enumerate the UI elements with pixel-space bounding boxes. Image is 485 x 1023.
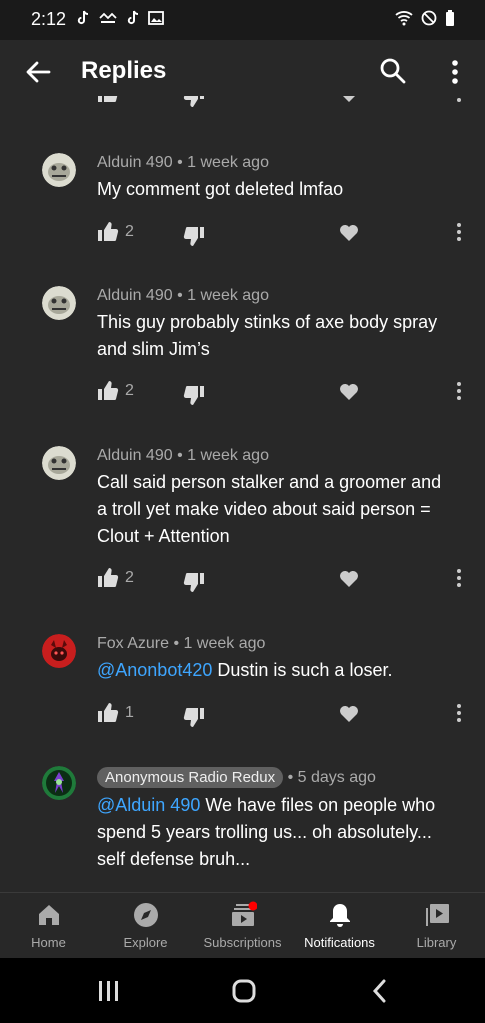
comment-text-line: and slim Jim’s bbox=[97, 339, 210, 359]
separator: • bbox=[177, 447, 183, 464]
like-icon[interactable] bbox=[97, 221, 119, 243]
nav-label: Subscriptions bbox=[203, 935, 282, 950]
comment-text: Dustin is such a loser. bbox=[217, 660, 393, 680]
comment-text-line: a troll yet make video about said person… bbox=[97, 499, 431, 519]
status-time: 2:12 bbox=[31, 9, 67, 29]
comment-item: Fox Azure • 1 week ago @Anonbot420 Dusti… bbox=[0, 631, 485, 741]
comment-text-line: We have files on people who bbox=[205, 795, 436, 815]
tiktok-icon bbox=[77, 10, 89, 25]
separator: • bbox=[177, 287, 183, 304]
heart-icon[interactable] bbox=[338, 380, 360, 402]
comment-author[interactable]: Alduin 490 bbox=[97, 154, 173, 171]
heart-icon[interactable] bbox=[338, 221, 360, 243]
like-count: 2 bbox=[125, 382, 134, 399]
mention-link[interactable]: @Alduin 490 bbox=[97, 795, 200, 815]
page-title: Replies bbox=[81, 57, 167, 84]
comment-item: Alduin 490 • 1 week ago Call said person… bbox=[0, 443, 485, 613]
like-count: 2 bbox=[125, 223, 134, 240]
nav-notifications[interactable]: Notifications bbox=[291, 901, 388, 950]
dislike-icon[interactable] bbox=[183, 225, 205, 247]
tiktok-icon bbox=[127, 10, 139, 25]
nav-library[interactable]: Library bbox=[388, 901, 485, 950]
comment-age: 1 week ago bbox=[187, 447, 269, 464]
nav-home[interactable]: Home bbox=[0, 901, 97, 950]
comment-text-line: This guy probably stinks of axe body spr… bbox=[97, 312, 438, 332]
dislike-icon[interactable] bbox=[183, 384, 205, 406]
battery-icon bbox=[446, 10, 454, 26]
avatar[interactable] bbox=[42, 153, 76, 187]
app-bar: Replies bbox=[0, 40, 485, 104]
comment-author[interactable]: Alduin 490 bbox=[97, 447, 173, 464]
like-count: 2 bbox=[125, 569, 134, 586]
avatar[interactable] bbox=[42, 446, 76, 480]
fetch-icon bbox=[99, 12, 117, 23]
comment-more-icon[interactable] bbox=[454, 380, 464, 402]
nav-explore[interactable]: Explore bbox=[97, 901, 194, 950]
dislike-icon[interactable] bbox=[183, 706, 205, 728]
library-icon bbox=[425, 904, 449, 926]
comment-more-icon[interactable] bbox=[454, 221, 464, 243]
separator: • bbox=[177, 154, 183, 171]
heart-icon[interactable] bbox=[338, 96, 360, 104]
comment-more-icon[interactable] bbox=[454, 96, 464, 104]
nav-label: Explore bbox=[123, 935, 168, 950]
channel-owner-chip[interactable]: Anonymous Radio Redux bbox=[97, 767, 284, 788]
home-icon bbox=[38, 905, 59, 925]
comment-text-line: spend 5 years trolling us... oh absolute… bbox=[97, 822, 432, 842]
comment-text: My comment got deleted lmfao bbox=[97, 179, 344, 199]
comment-age: 1 week ago bbox=[187, 154, 269, 171]
comment-age: 5 days ago bbox=[297, 769, 376, 786]
avatar[interactable] bbox=[42, 766, 76, 800]
bottom-nav: Home Explore Subscriptions Notifications… bbox=[0, 892, 485, 959]
gallery-icon bbox=[148, 11, 164, 25]
like-icon[interactable] bbox=[97, 567, 119, 589]
comment-item: Anonymous Radio Redux • 5 days ago @Aldu… bbox=[0, 764, 485, 892]
recent-apps-icon[interactable] bbox=[97, 980, 121, 1002]
back-arrow-icon[interactable] bbox=[24, 58, 52, 86]
compass-icon bbox=[133, 903, 158, 927]
back-button-icon[interactable] bbox=[371, 979, 387, 1003]
bell-icon bbox=[329, 904, 350, 927]
comment-text-line: Clout + Attention bbox=[97, 526, 230, 546]
nav-label: Notifications bbox=[304, 935, 375, 950]
nav-label: Home bbox=[31, 935, 66, 950]
comment-author[interactable]: Alduin 490 bbox=[97, 287, 173, 304]
do-not-disturb-icon bbox=[421, 10, 437, 26]
comment-author[interactable]: Fox Azure bbox=[97, 635, 169, 652]
like-icon[interactable] bbox=[97, 380, 119, 402]
comment-age: 1 week ago bbox=[183, 635, 266, 652]
wifi-icon bbox=[395, 11, 413, 26]
system-nav-bar bbox=[0, 958, 485, 1023]
comment-item: Alduin 490 • 1 week ago My comment got d… bbox=[0, 150, 485, 260]
subscriptions-icon bbox=[231, 901, 257, 926]
comment-age: 1 week ago bbox=[187, 287, 269, 304]
heart-icon[interactable] bbox=[338, 702, 360, 724]
nav-subscriptions[interactable]: Subscriptions bbox=[194, 901, 291, 950]
avatar[interactable] bbox=[42, 634, 76, 668]
comment-cutoff-actions bbox=[0, 96, 485, 108]
mention-link[interactable]: @Anonbot420 bbox=[97, 660, 212, 680]
avatar[interactable] bbox=[42, 286, 76, 320]
dislike-icon[interactable] bbox=[183, 571, 205, 593]
search-icon[interactable] bbox=[379, 57, 407, 85]
status-bar: 2:12 bbox=[0, 0, 485, 40]
comment-item: Alduin 490 • 1 week ago This guy probabl… bbox=[0, 283, 485, 423]
comment-text-line: self defense bruh... bbox=[97, 849, 251, 869]
comment-more-icon[interactable] bbox=[454, 702, 464, 724]
heart-icon[interactable] bbox=[338, 567, 360, 589]
dislike-icon[interactable] bbox=[183, 96, 205, 108]
separator: • bbox=[287, 769, 294, 786]
like-icon[interactable] bbox=[97, 96, 119, 104]
comment-more-icon[interactable] bbox=[454, 567, 464, 589]
like-count: 1 bbox=[125, 704, 134, 721]
more-options-icon[interactable] bbox=[445, 57, 465, 87]
comment-text-line: Call said person stalker and a groomer a… bbox=[97, 472, 442, 492]
nav-label: Library bbox=[416, 935, 457, 950]
home-button-icon[interactable] bbox=[231, 978, 257, 1004]
separator: • bbox=[173, 635, 180, 652]
like-icon[interactable] bbox=[97, 702, 119, 724]
